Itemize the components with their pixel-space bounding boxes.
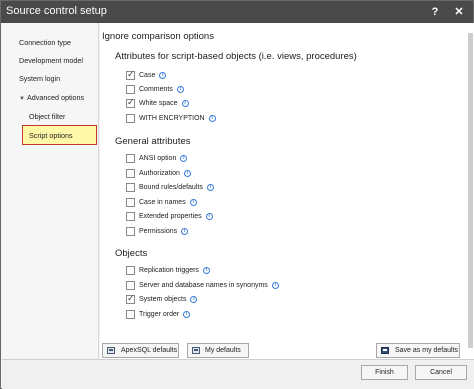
defaults-icon xyxy=(192,347,200,354)
option-label: Case in names xyxy=(139,199,186,206)
checkbox[interactable] xyxy=(126,212,135,221)
page-title: Ignore comparison options xyxy=(102,31,214,42)
info-icon[interactable]: i xyxy=(181,228,189,235)
window-title: Source control setup xyxy=(6,5,107,17)
cancel-button[interactable]: Cancel xyxy=(415,365,467,380)
option-label: Case xyxy=(139,72,156,79)
save-icon xyxy=(381,347,389,354)
checkbox[interactable] xyxy=(126,85,135,94)
option-label: Trigger order xyxy=(139,311,180,318)
checkbox[interactable] xyxy=(126,281,135,290)
option-label: WITH ENCRYPTION xyxy=(139,115,205,122)
source-control-setup-dialog: Source control setup ? ✕ Connection type… xyxy=(0,0,474,389)
info-icon[interactable]: i xyxy=(271,282,279,289)
info-icon[interactable]: i xyxy=(176,86,184,93)
sidebar-item-label: Script options xyxy=(29,131,73,140)
checkbox[interactable] xyxy=(126,97,135,108)
option-label: Replication triggers xyxy=(139,267,199,274)
info-icon[interactable]: i xyxy=(183,170,191,177)
help-icon[interactable]: ? xyxy=(427,5,443,19)
checkbox[interactable] xyxy=(126,266,135,275)
section-title-general-attributes: General attributes xyxy=(115,136,191,147)
my-defaults-button[interactable]: My defaults xyxy=(187,343,249,358)
info-icon[interactable]: i xyxy=(181,100,189,107)
section-title-objects: Objects xyxy=(115,248,148,259)
section-title-script-attributes: Attributes for script-based objects (i.e… xyxy=(115,51,357,62)
close-icon[interactable]: ✕ xyxy=(451,5,467,19)
scrollbar[interactable] xyxy=(468,33,473,348)
checkbox[interactable] xyxy=(126,227,135,236)
option-label: Authorization xyxy=(139,170,180,177)
sidebar-item-object-filter[interactable]: Object filter xyxy=(29,112,65,121)
checkbox[interactable] xyxy=(126,183,135,192)
option-label: Server and database names in synonyms xyxy=(139,282,268,289)
sidebar-item-development-model[interactable]: Development model xyxy=(19,56,83,65)
sidebar-item-connection-type[interactable]: Connection type xyxy=(19,38,71,47)
info-icon[interactable]: i xyxy=(202,267,210,274)
checkbox[interactable] xyxy=(126,169,135,178)
info-icon[interactable]: i xyxy=(183,311,191,318)
checkbox[interactable] xyxy=(126,114,135,123)
option-label: Comments xyxy=(139,86,173,93)
info-icon[interactable]: i xyxy=(180,155,188,162)
option-label: ANSI option xyxy=(139,155,177,162)
checkbox[interactable] xyxy=(126,154,135,163)
sidebar-item-script-options[interactable]: Script options xyxy=(22,125,97,145)
sidebar: Connection type Development model System… xyxy=(2,23,99,359)
checkbox[interactable] xyxy=(126,310,135,319)
info-icon[interactable]: i xyxy=(159,72,167,79)
info-icon[interactable]: i xyxy=(208,115,216,122)
info-icon[interactable]: i xyxy=(206,184,214,191)
main-panel: Ignore comparison options Attributes for… xyxy=(100,23,474,359)
checkbox[interactable] xyxy=(126,198,135,207)
sidebar-item-system-login[interactable]: System login xyxy=(19,74,60,83)
checkbox[interactable] xyxy=(126,69,135,80)
dialog-footer: Finish Cancel xyxy=(2,359,474,389)
chevron-down-icon[interactable]: ▼ xyxy=(19,96,27,102)
save-as-my-defaults-button[interactable]: Save as my defaults xyxy=(376,343,460,358)
option-label: White space xyxy=(139,100,178,107)
sidebar-item-advanced-options[interactable]: ▼ Advanced options xyxy=(19,93,84,102)
option-label: System objects xyxy=(139,296,187,303)
finish-button[interactable]: Finish xyxy=(361,365,408,380)
sidebar-item-label: Advanced options xyxy=(27,93,85,102)
checkbox[interactable] xyxy=(126,293,135,304)
defaults-icon xyxy=(107,347,115,354)
info-icon[interactable]: i xyxy=(205,213,213,220)
option-label: Bound rules/defaults xyxy=(139,184,203,191)
option-label: Extended properties xyxy=(139,213,202,220)
title-bar: Source control setup ? ✕ xyxy=(1,1,473,23)
info-icon[interactable]: i xyxy=(190,296,198,303)
apexsql-defaults-button[interactable]: ApexSQL defaults xyxy=(102,343,179,358)
info-icon[interactable]: i xyxy=(189,199,197,206)
option-label: Permissions xyxy=(139,228,178,235)
